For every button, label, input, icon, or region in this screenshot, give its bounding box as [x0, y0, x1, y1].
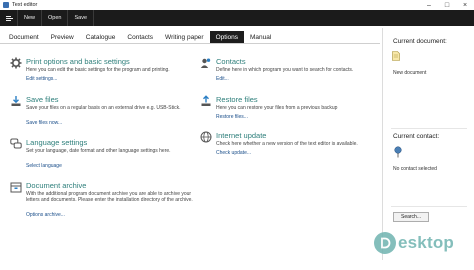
card-description: Here you can restore your files from a p… [216, 105, 338, 111]
globe-icon [200, 131, 212, 143]
current-document-value: New document [393, 70, 427, 76]
edit-settings-link[interactable]: Edit settings... [26, 76, 57, 82]
check-update-link[interactable]: Check update... [216, 150, 251, 156]
watermark-d-icon [381, 237, 391, 249]
close-icon[interactable]: × [456, 0, 474, 10]
card-title: Restore files [216, 95, 258, 104]
menu-button[interactable] [0, 10, 18, 26]
card-description: Here you can edit the basic settings for… [26, 67, 170, 73]
search-button[interactable]: Search... [393, 212, 429, 222]
card-description: Set your language, date format and other… [26, 148, 171, 154]
toolbar: New Open Save [0, 10, 474, 26]
edit-contacts-link[interactable]: Edit... [216, 76, 229, 82]
current-contact-value: No contact selected [393, 166, 437, 172]
tab-document[interactable]: Document [3, 31, 45, 43]
tab-bar: Document Preview Catalogue Contacts Writ… [3, 31, 277, 43]
contacts-icon [200, 58, 211, 68]
open-button[interactable]: Open [42, 10, 69, 26]
card-title: Print options and basic settings [26, 57, 130, 66]
restore-files-link[interactable]: Restore files... [216, 114, 248, 120]
card-description: With the additional program document arc… [26, 191, 193, 204]
document-icon [392, 51, 400, 61]
hamburger-icon [6, 15, 13, 21]
sidebar-divider-line [391, 128, 467, 129]
tab-catalogue[interactable]: Catalogue [80, 31, 122, 43]
tab-manual[interactable]: Manual [244, 31, 277, 43]
card-language-settings: Language settings Set your language, dat… [10, 138, 200, 173]
watermark-text: esktop [398, 233, 454, 252]
minimize-icon[interactable]: – [420, 0, 438, 10]
new-button[interactable]: New [18, 10, 43, 26]
options-archive-link[interactable]: Options archive... [26, 212, 65, 218]
maximize-icon[interactable]: □ [438, 0, 456, 10]
save-button[interactable]: Save [68, 10, 95, 26]
archive-icon [10, 182, 22, 193]
tab-writing-paper[interactable]: Writing paper [159, 31, 210, 43]
watermark-logo-icon [374, 232, 396, 254]
contact-pin-icon [394, 146, 402, 158]
save-files-link[interactable]: Save files now... [26, 120, 62, 126]
card-description: Save your files on a regular basis on an… [26, 105, 181, 111]
card-title: Internet update [216, 131, 267, 140]
window-title: Text editor [12, 2, 38, 8]
sidebar-divider-line [391, 206, 467, 207]
tab-preview[interactable]: Preview [45, 31, 80, 43]
restore-upload-icon [201, 95, 211, 106]
tab-contacts[interactable]: Contacts [121, 31, 159, 43]
card-internet-update: Internet update Check here whether a new… [200, 131, 375, 166]
card-description: Define here in which program you want to… [216, 67, 354, 73]
sidebar-divider [382, 28, 383, 260]
title-bar: Text editor – □ × [0, 0, 474, 10]
card-description: Check here whether a new version of the … [216, 141, 358, 147]
card-document-archive: Document archive With the additional pro… [10, 181, 200, 221]
speech-bubbles-icon [10, 138, 22, 149]
card-title: Save files [26, 95, 59, 104]
watermark: esktop [374, 232, 454, 254]
card-print-options: Print options and basic settings Here yo… [10, 57, 200, 87]
tab-options[interactable]: Options [209, 31, 244, 43]
save-download-icon [11, 96, 21, 106]
current-contact-label: Current contact: [393, 133, 440, 140]
card-save-files: Save files Save your files on a regular … [10, 95, 200, 130]
card-title: Contacts [216, 57, 246, 66]
tab-divider [0, 43, 380, 44]
card-title: Document archive [26, 181, 87, 190]
card-restore-files: Restore files Here you can restore your … [200, 95, 375, 130]
app-icon [3, 2, 9, 8]
current-document-label: Current document: [393, 38, 447, 45]
gear-icon [10, 57, 22, 69]
card-title: Language settings [26, 138, 88, 147]
card-contacts: Contacts Define here in which program yo… [200, 57, 375, 87]
select-language-link[interactable]: Select language [26, 163, 62, 169]
